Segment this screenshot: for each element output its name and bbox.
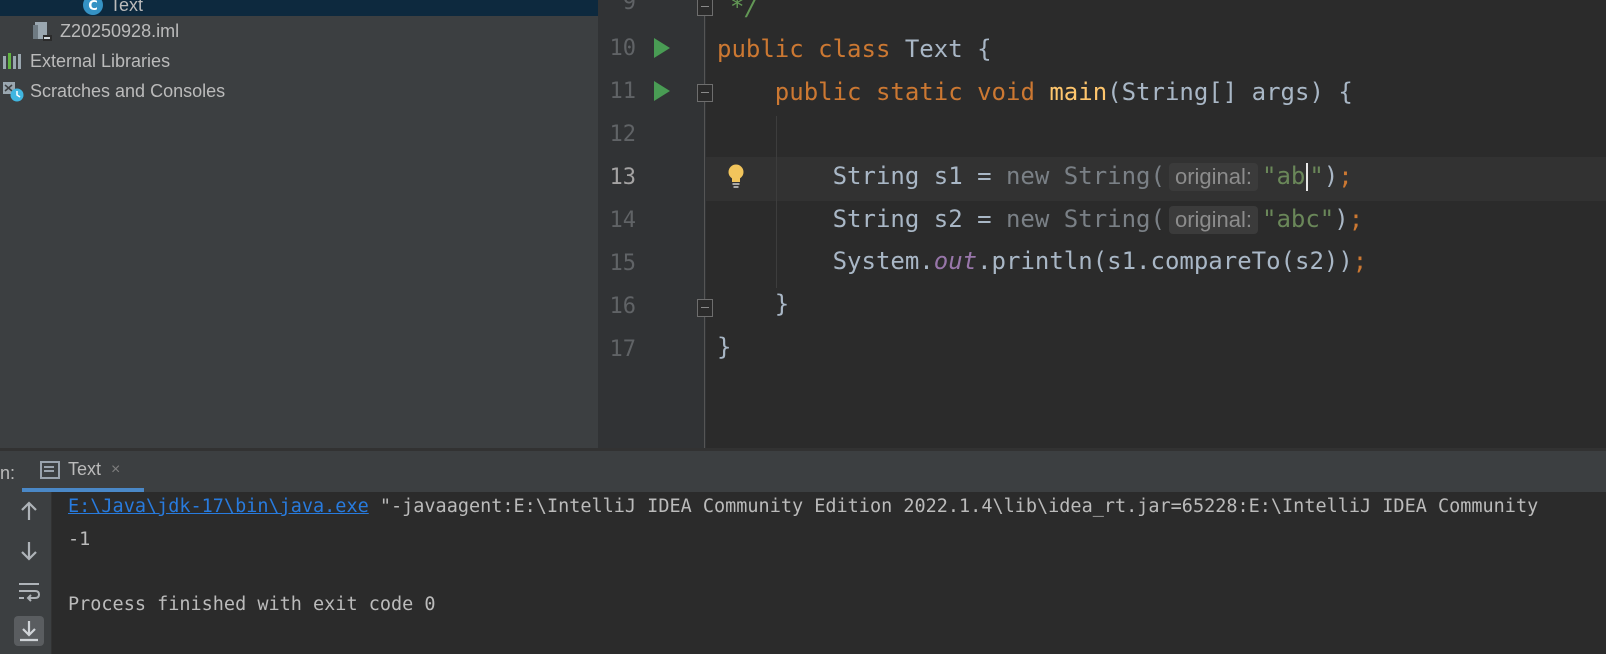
- tree-item-label: Z20250928.iml: [60, 20, 180, 41]
- line-number: 14: [609, 208, 637, 233]
- fold-marker-icon[interactable]: [697, 0, 713, 16]
- arrow-up-icon[interactable]: [14, 496, 44, 526]
- java-exe-link[interactable]: E:\Java\jdk-17\bin\java.exe: [68, 496, 369, 517]
- fold-marker-icon[interactable]: [697, 299, 713, 317]
- tree-item-external-libraries[interactable]: External Libraries: [2, 47, 170, 75]
- tab-label: Text: [68, 459, 102, 479]
- run-main-icon[interactable]: [654, 81, 670, 101]
- tree-item-scratches[interactable]: Scratches and Consoles: [2, 77, 225, 105]
- fold-guide-line: [704, 0, 705, 448]
- run-class-icon[interactable]: [654, 38, 670, 58]
- line-number: 17: [609, 337, 637, 362]
- java-class-icon: C: [82, 0, 104, 16]
- run-label: n:: [0, 463, 16, 483]
- run-tool-window-header: n: Text ×: [0, 448, 1606, 492]
- tree-item-label: Text: [110, 0, 144, 15]
- console-command-line: E:\Java\jdk-17\bin\java.exe "-javaagent:…: [68, 496, 1539, 517]
- console-output[interactable]: E:\Java\jdk-17\bin\java.exe "-javaagent:…: [52, 492, 1606, 654]
- tree-item-label: External Libraries: [30, 50, 171, 71]
- console-output-line: -1: [68, 529, 91, 550]
- code-editor[interactable]: 9 10 11 12 13 14 15 16 17 */ public clas…: [598, 0, 1606, 448]
- code-line-17: }: [717, 333, 732, 361]
- fold-marker-icon[interactable]: [697, 84, 713, 102]
- svg-text:C: C: [88, 0, 98, 14]
- module-file-icon: [32, 20, 54, 42]
- soft-wrap-icon[interactable]: [14, 576, 44, 606]
- line-number: 15: [609, 251, 637, 276]
- line-number: 16: [609, 294, 637, 319]
- tree-item-label: Scratches and Consoles: [30, 80, 226, 101]
- line-number-current: 13: [609, 165, 637, 190]
- line-number: 9: [622, 0, 636, 15]
- project-tree-panel: C Text Z20250928.iml External Libraries …: [0, 0, 598, 448]
- tab-run-text[interactable]: Text ×: [22, 451, 144, 492]
- run-side-toolbar: [0, 492, 52, 654]
- scratches-icon: [2, 80, 24, 102]
- code-line-14: String s2 = new String(original: "abc");: [832, 205, 1364, 234]
- line-number: 10: [609, 36, 637, 61]
- libraries-icon: [2, 50, 24, 72]
- console-tab-icon: [40, 460, 60, 479]
- code-line-16: }: [774, 290, 790, 318]
- parameter-hint: original:: [1168, 206, 1258, 234]
- parameter-hint: original:: [1168, 163, 1258, 191]
- arrow-down-icon[interactable]: [14, 536, 44, 566]
- code-line-10: public class Text {: [717, 35, 992, 63]
- scroll-to-end-icon[interactable]: [14, 616, 44, 646]
- code-line-11: public static void main(String[] args) {: [774, 78, 1353, 106]
- line-number: 12: [609, 122, 637, 147]
- code-line-15: System.out.println(s1.compareTo(s2));: [832, 247, 1368, 275]
- line-number: 11: [609, 79, 637, 104]
- tree-item-iml-file[interactable]: Z20250928.iml: [32, 17, 179, 45]
- console-exit-line: Process finished with exit code 0: [68, 594, 436, 615]
- close-icon[interactable]: ×: [111, 461, 120, 479]
- code-line-9: */: [730, 0, 759, 21]
- code-line-13: String s1 = new String(original: "ab ");: [832, 162, 1353, 191]
